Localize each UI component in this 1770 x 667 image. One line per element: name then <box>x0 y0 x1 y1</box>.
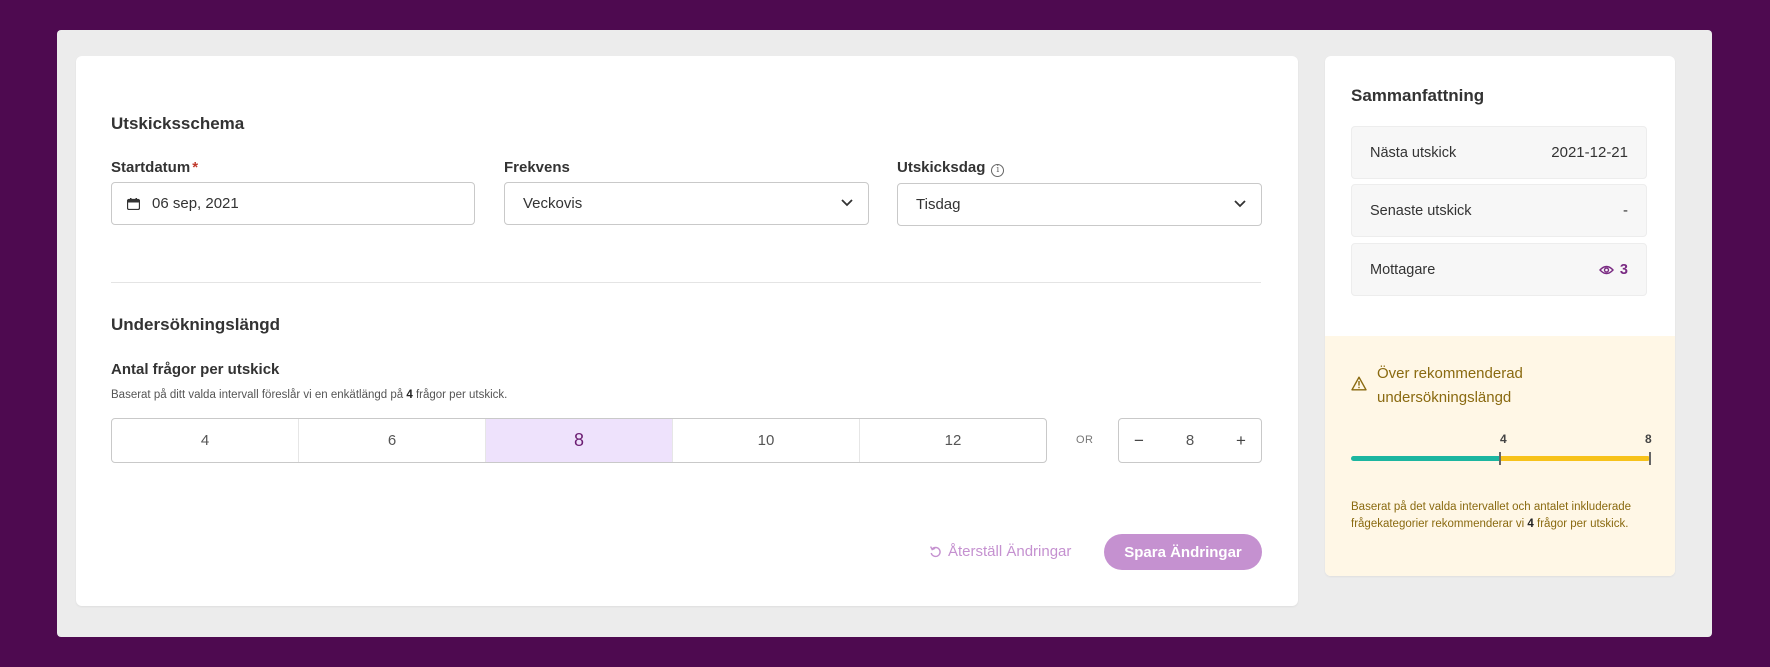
schedule-section-title: Utskicksschema <box>111 114 245 133</box>
calendar-icon <box>127 198 140 210</box>
question-count-option[interactable]: 12 <box>860 419 1046 462</box>
send-day-label-text: Utskicksdag <box>897 159 986 176</box>
helper-suffix: frågor per utskick. <box>412 389 508 401</box>
chevron-down-icon <box>841 199 853 207</box>
next-send-value: 2021-12-21 <box>1551 144 1628 161</box>
question-count-stepper: − 8 + <box>1118 418 1262 463</box>
recommended-marker-label: 4 <box>1500 432 1507 446</box>
last-send-row: Senaste utskick - <box>1351 184 1647 237</box>
reset-changes-button[interactable]: Återställ Ändringar <box>929 543 1071 560</box>
next-send-label: Nästa utskick <box>1370 144 1457 161</box>
send-day-value: Tisdag <box>916 196 961 213</box>
question-count-option[interactable]: 4 <box>112 419 299 462</box>
section-divider <box>111 282 1261 283</box>
length-warning-panel: Över rekommenderad undersökningslängd 4 … <box>1325 336 1675 576</box>
warning-note: Baserat på det valda intervallet och ant… <box>1351 499 1651 533</box>
send-day-label: Utskicksdag i <box>897 159 1005 177</box>
question-count-option[interactable]: 6 <box>299 419 486 462</box>
question-count-option[interactable]: 10 <box>673 419 860 462</box>
eye-icon <box>1598 265 1614 274</box>
frequency-select[interactable]: Veckovis <box>504 182 869 225</box>
recipients-link[interactable]: 3 <box>1598 261 1628 278</box>
settings-card: Utskicksschema Startdatum * 06 sep, 2021 … <box>76 56 1298 606</box>
start-date-value: 06 sep, 2021 <box>152 195 239 212</box>
length-helper-text: Baserat på ditt valda intervall föreslår… <box>111 389 507 401</box>
info-icon[interactable]: i <box>991 164 1005 177</box>
chevron-down-icon <box>1234 200 1246 208</box>
next-send-row: Nästa utskick 2021-12-21 <box>1351 126 1647 179</box>
summary-title: Sammanfattning <box>1351 86 1485 105</box>
stepper-value[interactable]: 8 <box>1186 432 1194 449</box>
helper-prefix: Baserat på ditt valda intervall föreslår… <box>111 389 407 401</box>
required-mark: * <box>192 159 199 176</box>
summary-card: Sammanfattning Nästa utskick 2021-12-21 … <box>1325 56 1675 576</box>
question-count-segmented-control: 4 6 8 10 12 <box>111 418 1047 463</box>
save-changes-button[interactable]: Spara Ändringar <box>1104 534 1262 570</box>
last-send-value: - <box>1623 202 1628 219</box>
max-marker-label: 8 <box>1645 432 1652 446</box>
undo-icon <box>929 546 941 558</box>
recipients-row: Mottagare 3 <box>1351 243 1647 296</box>
decrement-button[interactable]: − <box>1131 431 1147 451</box>
max-tick <box>1649 452 1651 465</box>
page-frame: Utskicksschema Startdatum * 06 sep, 2021 … <box>57 30 1712 637</box>
or-separator: OR <box>1076 434 1094 446</box>
recommended-tick <box>1499 452 1501 465</box>
reset-changes-label: Återställ Ändringar <box>948 543 1072 560</box>
send-day-select[interactable]: Tisdag <box>897 183 1262 226</box>
recipients-count: 3 <box>1619 261 1628 278</box>
start-date-label-text: Startdatum <box>111 159 191 176</box>
start-date-label: Startdatum * <box>111 159 198 176</box>
questions-per-send-label: Antal frågor per utskick <box>111 361 280 378</box>
warning-triangle-icon <box>1351 376 1367 391</box>
last-send-label: Senaste utskick <box>1370 202 1472 219</box>
warning-title: Över rekommenderad undersökningslängd <box>1377 365 1523 406</box>
warning-note-suffix: frågor per utskick. <box>1533 518 1629 530</box>
frequency-value: Veckovis <box>523 195 583 212</box>
length-section-title: Undersökningslängd <box>111 315 281 334</box>
over-range-bar <box>1500 456 1650 461</box>
recommended-range-bar <box>1351 456 1500 461</box>
question-count-option[interactable]: 8 <box>486 419 673 462</box>
increment-button[interactable]: + <box>1233 431 1249 451</box>
start-date-field[interactable]: 06 sep, 2021 <box>111 182 475 225</box>
recipients-label: Mottagare <box>1370 261 1436 278</box>
frequency-label: Frekvens <box>504 159 570 176</box>
